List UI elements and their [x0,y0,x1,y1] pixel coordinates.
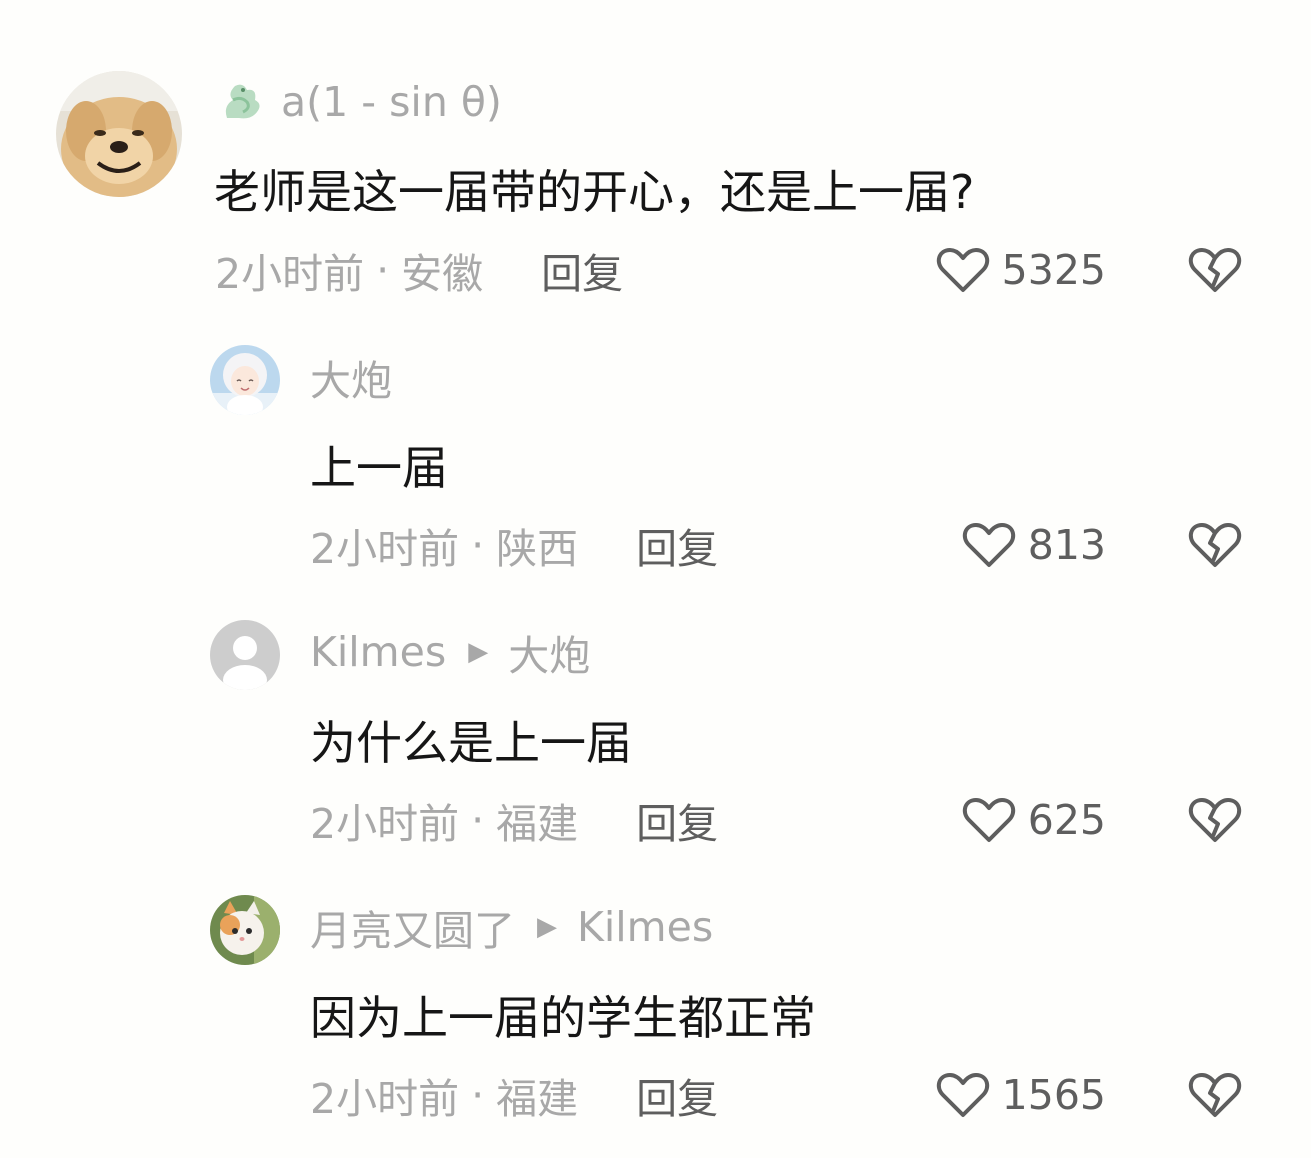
heart-icon [962,523,1015,567]
avatar[interactable] [210,345,280,415]
broken-heart-icon [1188,1073,1242,1117]
like-count: 625 [1027,796,1106,844]
broken-heart-icon [1188,798,1242,842]
comment-meta: 2小时前 · 福建 回复 [310,790,718,850]
dislike-button[interactable] [1187,790,1243,850]
reply-button[interactable]: 回复 [636,1065,718,1125]
like-button[interactable]: 813 [962,515,1106,575]
avatar[interactable] [210,620,280,690]
separator-dot: · [376,246,390,294]
default-user-avatar-icon [210,620,280,690]
kitten-avatar-icon [210,895,280,965]
dislike-button[interactable] [1187,1065,1243,1125]
comment-meta: 2小时前 · 福建 回复 [310,1065,718,1125]
separator-dot: · [471,1071,485,1119]
like-button[interactable]: 5325 [936,240,1106,300]
username-row: 月亮又圆了 ▶ Kilmes [310,897,713,957]
heart-icon [962,798,1015,842]
separator-dot: · [471,521,485,569]
avatar[interactable] [56,71,182,197]
like-count: 5325 [1001,246,1106,294]
comment-time: 2小时前 [310,800,460,848]
dragon-icon [217,78,265,126]
username-row: 大炮 [310,347,392,407]
like-count: 1565 [1001,1071,1106,1119]
heart-icon [936,1073,989,1117]
reply-button[interactable]: 回复 [636,515,718,575]
broken-heart-icon [1188,523,1242,567]
broken-heart-icon [1188,248,1242,292]
dislike-button[interactable] [1187,515,1243,575]
reply-arrow-icon: ▶ [468,637,489,667]
like-button[interactable]: 1565 [936,1065,1106,1125]
like-button[interactable]: 625 [962,790,1106,850]
username-row: Kilmes ▶ 大炮 [310,622,590,682]
golden-retriever-avatar-icon [56,71,182,197]
dislike-button[interactable] [1187,240,1243,300]
avatar[interactable] [210,895,280,965]
reply-to-username[interactable]: 大炮 [508,622,590,682]
anime-boy-avatar-icon [210,345,280,415]
comment-text: 老师是这一届带的开心，还是上一届? [214,165,975,219]
comment-location: 福建 [496,1075,579,1123]
comment-time: 2小时前 [310,1075,460,1123]
comment-meta: 2小时前 · 陕西 回复 [310,515,718,575]
comment-time: 2小时前 [310,525,460,573]
username[interactable]: 大炮 [310,347,392,407]
heart-icon [936,248,989,292]
username[interactable]: 月亮又圆了 [310,897,515,957]
comment-meta: 2小时前 · 安徽 回复 [215,240,623,300]
separator-dot: · [471,796,485,844]
comment-text: 上一届 [310,441,448,495]
reply-button[interactable]: 回复 [541,240,623,300]
reply-button[interactable]: 回复 [636,790,718,850]
comment-location: 安徽 [401,250,484,298]
comment-text: 为什么是上一届 [310,716,632,770]
comment-text: 因为上一届的学生都正常 [310,991,816,1045]
reply-to-username[interactable]: Kilmes [577,903,713,951]
username[interactable]: a(1 - sin θ) [281,78,502,126]
username[interactable]: Kilmes [310,628,446,676]
like-count: 813 [1027,521,1106,569]
username-row: a(1 - sin θ) [217,72,502,132]
comment-time: 2小时前 [215,250,365,298]
comment-location: 福建 [496,800,579,848]
reply-arrow-icon: ▶ [537,912,557,942]
comment-location: 陕西 [496,525,579,573]
